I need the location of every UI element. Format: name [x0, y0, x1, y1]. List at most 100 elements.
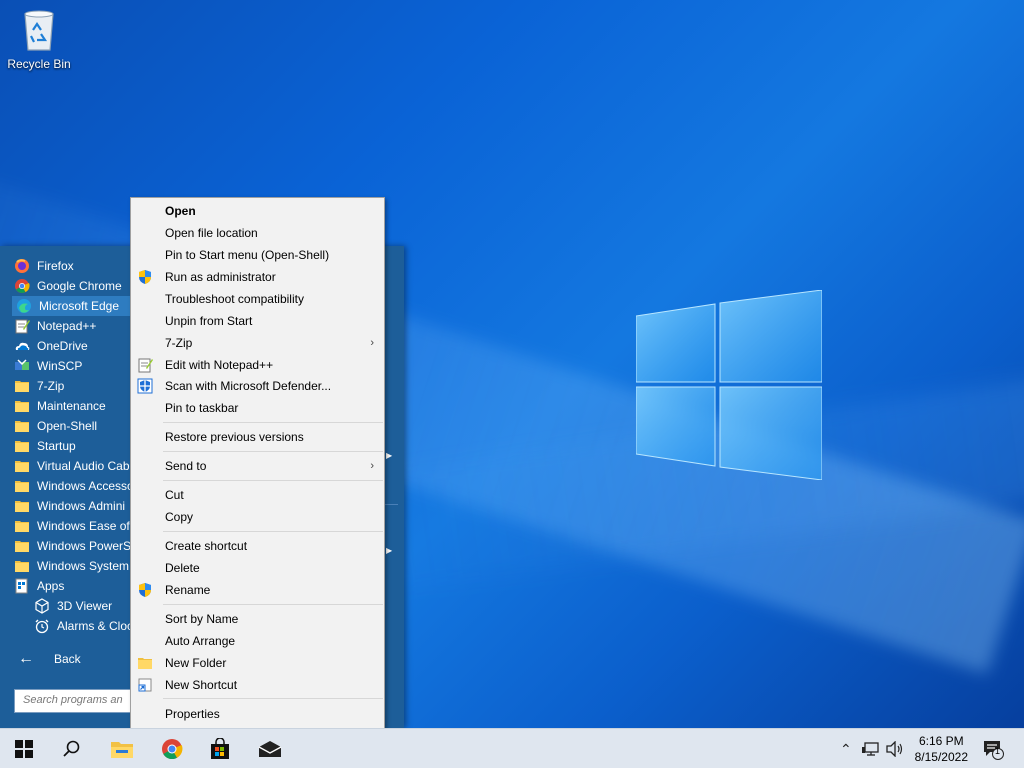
program-label: Open-Shell — [37, 419, 98, 433]
context-menu-item-label: Restore previous versions — [165, 430, 304, 444]
context-menu-item[interactable]: Run as administrator — [131, 267, 384, 287]
divider — [384, 504, 398, 505]
folder-icon — [14, 498, 30, 514]
recycle-bin-shortcut[interactable]: Recycle Bin — [6, 8, 72, 71]
context-menu-item[interactable]: Copy — [131, 507, 384, 527]
folder-icon — [14, 458, 30, 474]
program-label: 7-Zip — [37, 379, 65, 393]
context-menu-item-label: Cut — [165, 488, 184, 502]
folder-icon — [14, 378, 30, 394]
shortcut-icon — [137, 677, 153, 693]
context-menu-item[interactable]: Troubleshoot compatibility — [131, 289, 384, 309]
search-input[interactable]: Search programs an — [14, 689, 132, 713]
file-explorer-button[interactable] — [100, 729, 144, 769]
edge-icon — [16, 298, 32, 314]
firefox-icon — [14, 258, 30, 274]
context-menu-item-label: Pin to Start menu (Open-Shell) — [165, 248, 330, 262]
context-menu-item[interactable]: Create shortcut — [131, 536, 384, 556]
submenu-arrow-icon: › — [370, 460, 374, 472]
context-menu-item[interactable]: Properties — [131, 704, 384, 724]
folder-icon — [14, 478, 30, 494]
context-menu-item[interactable]: Edit with Notepad++ — [131, 355, 384, 375]
file-explorer-icon — [111, 742, 133, 758]
program-label: Windows Admini — [37, 499, 126, 513]
context-menu-item-label: Open file location — [165, 226, 258, 240]
context-menu-separator — [163, 451, 383, 452]
context-menu-item[interactable]: Open — [131, 201, 384, 221]
context-menu-separator — [163, 604, 383, 605]
context-menu-item[interactable]: Scan with Microsoft Defender... — [131, 376, 384, 396]
context-menu-item[interactable]: Delete — [131, 558, 384, 578]
context-menu-item[interactable]: Auto Arrange — [131, 631, 384, 651]
chrome-icon — [162, 739, 183, 760]
context-menu-item[interactable]: Pin to taskbar — [131, 398, 384, 418]
chrome-icon — [14, 278, 30, 294]
uac-shield-icon — [137, 582, 153, 598]
context-menu-item[interactable]: Restore previous versions — [131, 427, 384, 447]
recycle-bin-label: Recycle Bin — [7, 57, 71, 71]
program-label: Windows System — [37, 559, 130, 573]
context-menu-item-label: Sort by Name — [165, 612, 239, 626]
taskbar: ⌃ 6:16 PM 8/15/2022 1 — [0, 728, 1024, 768]
volume-icon[interactable] — [886, 741, 904, 757]
context-menu-item[interactable]: Unpin from Start — [131, 311, 384, 331]
back-label: Back — [54, 652, 81, 666]
defender-icon — [137, 378, 153, 394]
mail-button[interactable] — [248, 729, 292, 769]
notification-count: 1 — [995, 746, 1001, 756]
program-item[interactable]: Microsoft Edge — [12, 296, 132, 316]
context-menu-item[interactable]: Cut — [131, 485, 384, 505]
context-menu-separator — [163, 422, 383, 423]
context-menu-item[interactable]: Pin to Start menu (Open-Shell) — [131, 245, 384, 265]
context-menu-item-label: Send to — [165, 459, 207, 473]
chevron-right-icon: ▶ — [386, 451, 393, 460]
recycle-bin-icon — [24, 10, 54, 51]
context-menu-item[interactable]: Open file location — [131, 223, 384, 243]
context-menu-item[interactable]: 7-Zip › — [131, 333, 384, 353]
program-label: Virtual Audio Cab — [37, 459, 130, 473]
program-label: Firefox — [37, 259, 74, 273]
context-menu-item-label: Auto Arrange — [165, 634, 236, 648]
folder-icon — [14, 518, 30, 534]
context-menu-item-label: Run as administrator — [165, 270, 276, 284]
chevron-up-icon[interactable]: ⌃ — [840, 741, 852, 758]
folder-icon — [14, 438, 30, 454]
context-menu-item-label: Edit with Notepad++ — [165, 358, 274, 372]
context-menu-item-label: Delete — [165, 561, 200, 575]
windows-start-icon — [15, 740, 33, 758]
folder-icon — [137, 655, 153, 671]
notepadpp-icon — [137, 357, 153, 373]
context-menu-item[interactable]: Sort by Name — [131, 609, 384, 629]
context-menu-separator — [163, 698, 383, 699]
network-icon[interactable] — [862, 741, 880, 757]
context-menu-item[interactable]: Rename — [131, 580, 384, 600]
folder-icon — [14, 418, 30, 434]
store-button[interactable] — [198, 729, 242, 769]
program-label: OneDrive — [37, 339, 88, 353]
folder-icon — [14, 558, 30, 574]
context-menu-item[interactable]: Send to › — [131, 456, 384, 476]
back-button[interactable]: ← Back — [18, 650, 81, 668]
onedrive-icon — [14, 338, 30, 354]
folder-icon — [14, 398, 30, 414]
apps-icon — [14, 578, 30, 594]
winscp-icon — [14, 358, 30, 374]
program-label: 3D Viewer — [57, 599, 113, 613]
context-menu-item[interactable]: New Shortcut — [131, 675, 384, 695]
clock[interactable]: 6:16 PM 8/15/2022 — [915, 733, 968, 765]
context-menu-separator — [163, 531, 383, 532]
clock-time: 6:16 PM — [918, 734, 964, 748]
context-menu-item-label: Unpin from Start — [165, 314, 253, 328]
store-icon — [211, 738, 229, 759]
notification-center-button[interactable]: 1 — [978, 729, 1008, 769]
context-menu-item-label: Open — [165, 204, 196, 218]
chevron-right-icon: ▶ — [386, 546, 393, 555]
program-label: Google Chrome — [37, 279, 122, 293]
notification-icon — [984, 741, 1004, 760]
program-label: Startup — [37, 439, 76, 453]
uac-shield-icon — [137, 269, 153, 285]
search-button[interactable] — [50, 729, 94, 769]
start-button[interactable] — [0, 729, 48, 769]
chrome-taskbar-button[interactable] — [150, 729, 194, 769]
context-menu-item[interactable]: New Folder — [131, 653, 384, 673]
